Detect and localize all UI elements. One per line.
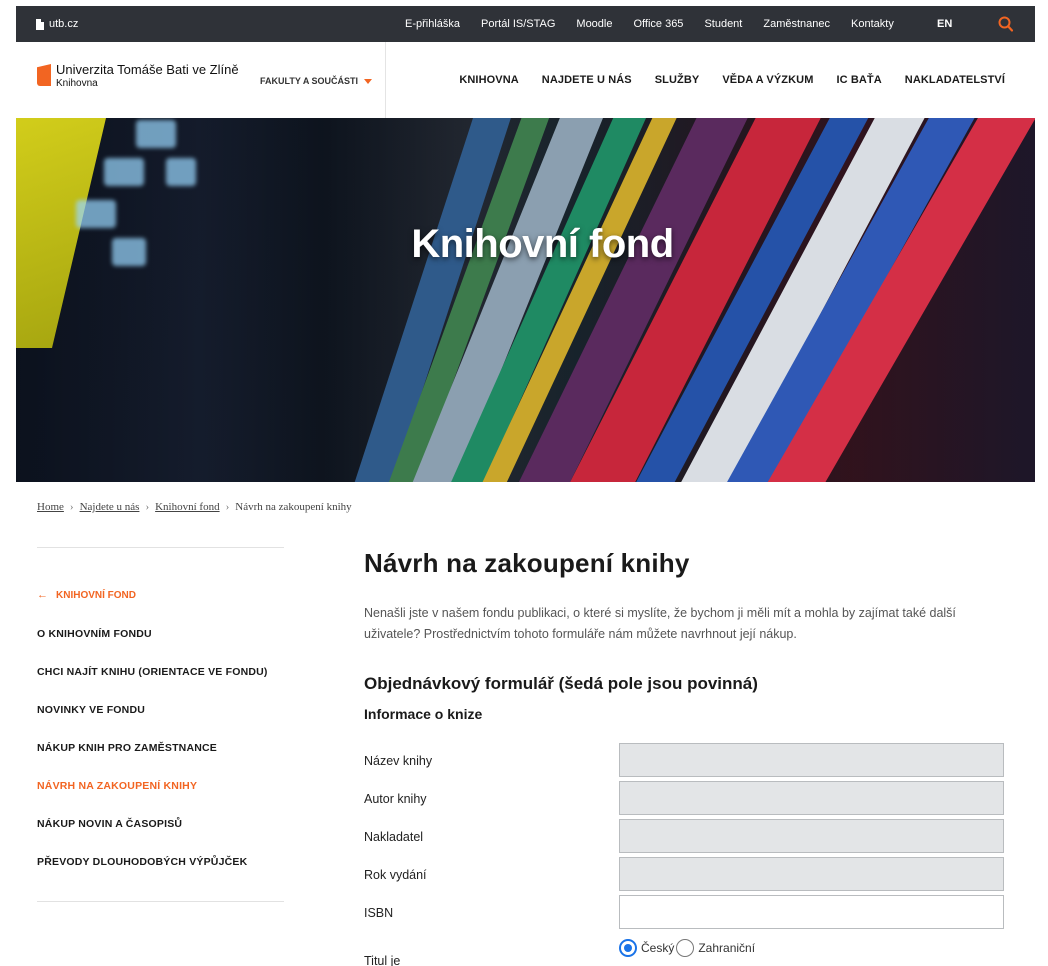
sidebar-item-prevody-dlouhodobych-vypujcek[interactable]: PŘEVODY DLOUHODOBÝCH VÝPŮJČEK — [37, 843, 284, 881]
nav-knihovna[interactable]: KNIHOVNA — [459, 74, 518, 86]
breadcrumb-separator: › — [225, 501, 230, 513]
arrow-left-icon: ← — [37, 589, 48, 601]
nav-sluzby[interactable]: SLUŽBY — [655, 74, 700, 86]
hero-decor — [136, 120, 176, 148]
header-divider — [385, 42, 386, 118]
top-bar: utb.cz E-přihláška Portál IS/STAG Moodle… — [16, 6, 1035, 42]
breadcrumb-separator: › — [145, 501, 150, 513]
breadcrumb-najdete-u-nas[interactable]: Najdete u nás — [80, 501, 140, 513]
section-title: Informace o knize — [364, 706, 483, 722]
sidebar-item-novinky-ve-fondu[interactable]: NOVINKY VE FONDU — [37, 691, 284, 729]
breadcrumb: Home › Najdete u nás › Knihovní fond › N… — [37, 501, 352, 513]
nav-ic-bata[interactable]: IC BAŤA — [836, 74, 881, 86]
publisher-label: Nakladatel — [364, 829, 424, 844]
main-nav: KNIHOVNA NAJDETE U NÁS SLUŽBY VĚDA A VÝZ… — [436, 42, 1005, 118]
link-e-prihlaska[interactable]: E-přihláška — [405, 18, 460, 30]
faculties-label: FAKULTY A SOUČÁSTI — [260, 76, 359, 86]
hero-decor — [104, 158, 144, 186]
form-title: Objednávkový formulář (šedá pole jsou po… — [364, 674, 758, 693]
sidebar-back-link[interactable]: ← KNIHOVNÍ FOND — [37, 589, 284, 601]
link-student[interactable]: Student — [704, 18, 742, 30]
nav-najdete-u-nas[interactable]: NAJDETE U NÁS — [542, 74, 632, 86]
isbn-label: ISBN — [364, 905, 394, 920]
breadcrumb-current: Návrh na zakoupení knihy — [235, 501, 352, 513]
link-moodle[interactable]: Moodle — [576, 18, 612, 30]
book-title-label: Název knihy — [364, 753, 433, 768]
link-portal-stag[interactable]: Portál IS/STAG — [481, 18, 555, 30]
sidebar-divider — [37, 901, 284, 902]
hero-decor — [166, 158, 196, 186]
breadcrumb-knihovni-fond[interactable]: Knihovní fond — [155, 501, 219, 513]
radio-cesky[interactable] — [619, 939, 637, 957]
isbn-input[interactable] — [619, 895, 1004, 929]
sidebar: ← KNIHOVNÍ FOND O KNIHOVNÍM FONDU CHCI N… — [37, 547, 284, 902]
sidebar-menu: O KNIHOVNÍM FONDU CHCI NAJÍT KNIHU (ORIE… — [37, 615, 284, 881]
utb-site-label: utb.cz — [49, 18, 79, 30]
link-kontakty[interactable]: Kontakty — [851, 18, 894, 30]
faculties-dropdown[interactable]: FAKULTY A SOUČÁSTI — [260, 76, 373, 86]
top-links: E-přihláška Portál IS/STAG Moodle Office… — [405, 6, 915, 42]
book-author-label: Autor knihy — [364, 791, 427, 806]
sidebar-back-label: KNIHOVNÍ FOND — [56, 589, 136, 601]
sidebar-item-nakup-knih-pro-zamestnance[interactable]: NÁKUP KNIH PRO ZAMĚSTNANCE — [37, 729, 284, 767]
title-type-label: Titul je — [364, 954, 401, 966]
unit-name: Knihovna — [56, 78, 98, 89]
sidebar-item-o-knihovnim-fondu[interactable]: O KNIHOVNÍM FONDU — [37, 615, 284, 653]
link-zamestnanec[interactable]: Zaměstnanec — [763, 18, 830, 30]
university-name: Univerzita Tomáše Bati ve Zlíně — [56, 62, 239, 77]
caret-down-icon — [364, 78, 373, 84]
breadcrumb-separator: › — [69, 501, 74, 513]
language-switch[interactable]: EN — [937, 6, 967, 42]
hero-banner: Knihovní fond — [16, 118, 1035, 482]
utb-logo-icon — [37, 64, 51, 86]
document-icon — [36, 18, 44, 30]
main-content: Návrh na zakoupení knihy Nenašli jste v … — [364, 545, 1004, 722]
hero-title: Knihovní fond — [411, 222, 674, 266]
link-office-365[interactable]: Office 365 — [633, 18, 683, 30]
radio-zahranicni-label[interactable]: Zahraniční — [698, 941, 755, 955]
publication-year-label: Rok vydání — [364, 867, 427, 882]
radio-zahranicni[interactable] — [676, 939, 695, 957]
form-row: ISBN — [364, 895, 1004, 930]
utb-site-link[interactable]: utb.cz — [36, 18, 78, 30]
nav-nakladatelstvi[interactable]: NAKLADATELSTVÍ — [905, 74, 1005, 86]
sidebar-item-nakup-novin-a-casopisu[interactable]: NÁKUP NOVIN A ČASOPISŮ — [37, 805, 284, 843]
book-author-input[interactable] — [619, 781, 1004, 815]
site-header: Univerzita Tomáše Bati ve Zlíně Knihovna… — [16, 42, 1035, 118]
form-row: Autor knihy — [364, 781, 1004, 816]
publication-year-input[interactable] — [619, 857, 1004, 891]
form-row: Název knihy — [364, 743, 1004, 778]
search-icon[interactable] — [998, 16, 1013, 32]
form-row: Titul je Český Zahraniční — [364, 939, 1004, 966]
nav-veda-a-vyzkum[interactable]: VĚDA A VÝZKUM — [722, 74, 813, 86]
title-type-options: Český Zahraniční — [619, 935, 757, 961]
book-title-input[interactable] — [619, 743, 1004, 777]
intro-text: Nenašli jste v našem fondu publikaci, o … — [364, 606, 956, 641]
sidebar-item-chci-najit-knihu[interactable]: CHCI NAJÍT KNIHU (ORIENTACE VE FONDU) — [37, 653, 284, 691]
form-row: Rok vydání — [364, 857, 1004, 892]
breadcrumb-home[interactable]: Home — [37, 501, 64, 513]
form-row: Nakladatel — [364, 819, 1004, 854]
university-logo[interactable]: Univerzita Tomáše Bati ve Zlíně Knihovna — [37, 62, 239, 90]
sidebar-item-navrh-na-zakoupeni-knihy[interactable]: NÁVRH NA ZAKOUPENÍ KNIHY — [37, 767, 284, 805]
sidebar-divider — [37, 547, 284, 548]
radio-cesky-label[interactable]: Český — [641, 941, 674, 955]
page-title: Návrh na zakoupení knihy — [364, 548, 690, 578]
publisher-input[interactable] — [619, 819, 1004, 853]
